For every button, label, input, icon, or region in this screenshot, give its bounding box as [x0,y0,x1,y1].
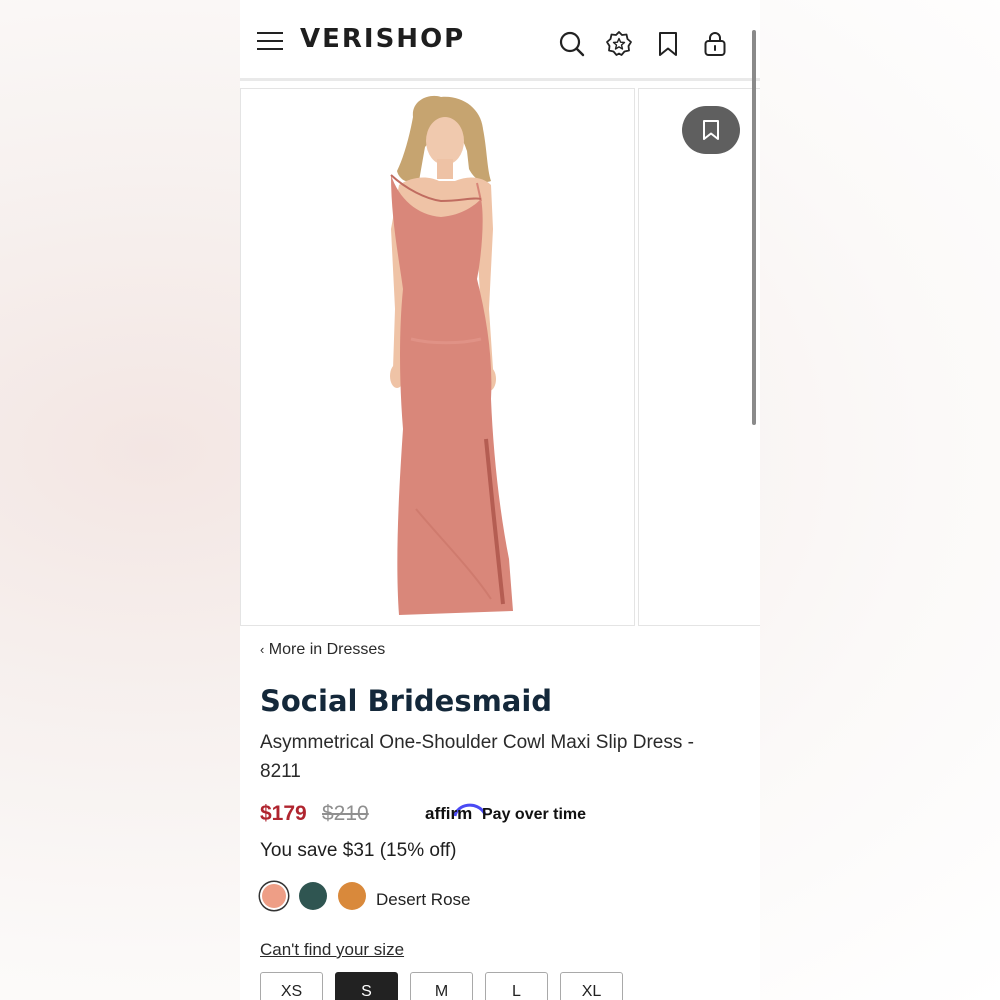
scrollbar[interactable] [752,30,756,425]
size-help-link[interactable]: Can't find your size [260,940,404,960]
size-button-xl[interactable]: XL [560,972,623,1000]
brand-name[interactable]: Social Bridesmaid [260,684,552,718]
phone-screen: VERISHOP ‹ More in Dresses Social Brides… [240,0,760,1000]
product-image-card[interactable] [240,88,635,626]
product-image [390,95,513,615]
top-nav-bar: VERISHOP [240,0,760,81]
menu-icon[interactable] [257,32,283,52]
search-icon[interactable] [558,30,586,58]
product-title: Asymmetrical One-Shoulder Cowl Maxi Slip… [260,732,694,782]
bag-icon[interactable] [701,30,729,58]
original-price: $210 [322,802,369,825]
size-button-xs[interactable]: XS [260,972,323,1000]
color-swatch-amber[interactable] [338,882,366,910]
breadcrumb-link[interactable]: More in Dresses [269,641,385,658]
verishop-logo[interactable]: VERISHOP [300,24,465,54]
save-to-wishlist-button[interactable] [682,106,740,154]
affirm-logo[interactable]: affirm [425,804,472,824]
bookmark-icon[interactable] [654,30,682,58]
size-button-l[interactable]: L [485,972,548,1000]
badge-star-icon[interactable] [605,30,633,58]
size-button-m[interactable]: M [410,972,473,1000]
sale-price: $179 [260,802,307,825]
color-swatch-desert-rose[interactable] [262,884,286,908]
affirm-pay-over-time[interactable]: Pay over time [482,806,586,824]
selected-color-label: Desert Rose [376,890,471,909]
bookmark-icon [703,120,719,140]
size-button-s[interactable]: S [335,972,398,1000]
color-swatch-teal[interactable] [299,882,327,910]
chevron-left-icon: ‹ [260,642,265,657]
breadcrumb[interactable]: ‹ More in Dresses [260,641,385,659]
savings-text: You save $31 (15% off) [260,840,457,861]
product-image-card-next[interactable] [638,88,760,626]
